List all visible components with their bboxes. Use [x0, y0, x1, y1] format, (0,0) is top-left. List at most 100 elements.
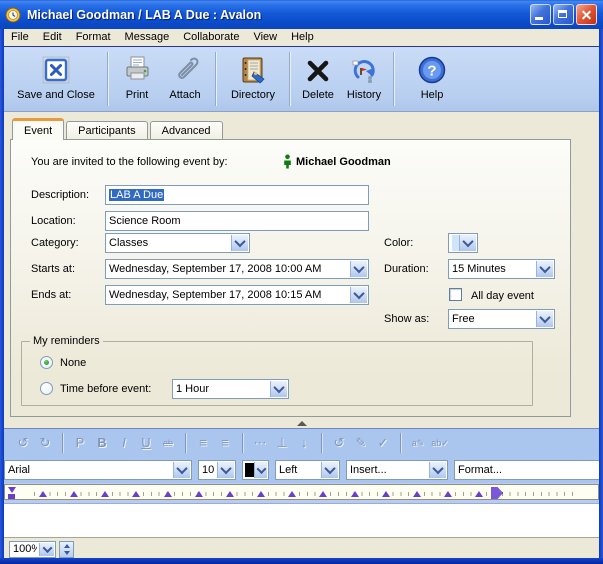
- spellcheck-icon: ab✓: [429, 433, 451, 453]
- spin-up-icon[interactable]: [60, 542, 73, 549]
- tab-body-area: Event Participants Advanced You are invi…: [4, 112, 599, 417]
- left-indent-marker[interactable]: [8, 487, 15, 499]
- close-button[interactable]: [576, 4, 597, 25]
- format-separator: [400, 433, 401, 453]
- dropdown-arrow-icon: [536, 261, 553, 277]
- tab-stop-marker[interactable]: [195, 491, 203, 497]
- format-icon-bar: ↺↻PBIUab≡≡⋯⊥↓↺✎✓a✎ab✓: [4, 428, 599, 457]
- alignment-dropdown[interactable]: Left: [275, 460, 340, 480]
- show-as-label: Show as:: [384, 309, 429, 329]
- menu-format[interactable]: Format: [69, 29, 118, 46]
- starts-at-label: Starts at:: [31, 259, 75, 279]
- location-label: Location:: [31, 211, 76, 231]
- outdent-list-icon: ≡: [192, 433, 214, 453]
- tab-stop-marker[interactable]: [288, 491, 296, 497]
- dropdown-arrow-icon: [536, 311, 553, 327]
- pane-splitter[interactable]: [4, 417, 599, 428]
- tab-stop-marker[interactable]: [319, 491, 327, 497]
- font-size-dropdown[interactable]: 10: [198, 460, 236, 480]
- tab-advanced[interactable]: Advanced: [150, 121, 223, 140]
- reminder-time-dropdown[interactable]: 1 Hour: [172, 379, 289, 399]
- minimize-icon: [535, 17, 543, 20]
- indent-list-icon: ≡: [214, 433, 236, 453]
- dropdown-arrow-icon: [39, 543, 54, 556]
- format-dropdown[interactable]: Format...: [454, 460, 599, 480]
- duration-dropdown[interactable]: 15 Minutes: [448, 259, 555, 279]
- menu-edit[interactable]: Edit: [36, 29, 69, 46]
- ruler-tabstops: [5, 485, 598, 499]
- plain-text-icon: P: [69, 433, 91, 453]
- zoom-spinner[interactable]: [59, 541, 74, 558]
- save-and-close-button[interactable]: Save and Close: [10, 52, 102, 104]
- font-family-dropdown[interactable]: Arial: [4, 460, 192, 480]
- splitter-handle-icon[interactable]: [297, 421, 307, 426]
- ruler: [4, 483, 599, 503]
- message-body-area[interactable]: [4, 503, 599, 537]
- menu-file[interactable]: File: [4, 29, 36, 46]
- insert-dropdown[interactable]: Insert...: [346, 460, 448, 480]
- description-input[interactable]: LAB A Due: [105, 185, 369, 205]
- inviter-name: Michael Goodman: [296, 152, 391, 172]
- ends-at-label: Ends at:: [31, 285, 71, 305]
- show-as-dropdown[interactable]: Free: [448, 309, 555, 329]
- print-icon: [122, 52, 152, 88]
- dropdown-arrow-icon: [270, 381, 287, 397]
- reminder-none-radio[interactable]: [40, 356, 53, 369]
- tab-event[interactable]: Event: [12, 118, 64, 140]
- tab-stop-marker[interactable]: [413, 491, 421, 497]
- directory-icon: [238, 52, 268, 88]
- tab-stop-marker[interactable]: [444, 491, 452, 497]
- color-dropdown[interactable]: [448, 233, 478, 253]
- event-window: Michael Goodman / LAB A Due : Avalon Fil…: [0, 0, 603, 564]
- menu-help[interactable]: Help: [284, 29, 321, 46]
- window-border: [599, 29, 603, 564]
- tab-stop-marker[interactable]: [226, 491, 234, 497]
- maximize-icon: [558, 10, 567, 18]
- underline-icon: U: [135, 433, 157, 453]
- tab-stop-marker[interactable]: [164, 491, 172, 497]
- attach-button[interactable]: Attach: [160, 52, 210, 104]
- spin-down-icon[interactable]: [60, 549, 73, 556]
- font-bar: Arial 10 Left Insert... Format...: [4, 457, 599, 483]
- category-dropdown[interactable]: Classes: [105, 233, 250, 253]
- revert-icon: ↺: [328, 433, 350, 453]
- maximize-button[interactable]: [553, 4, 574, 25]
- tab-stop-icon: ⋯: [249, 433, 271, 453]
- reminder-time-radio[interactable]: [40, 382, 53, 395]
- starts-at-dropdown[interactable]: Wednesday, September 17, 2008 10:00 AM: [105, 259, 369, 279]
- help-button[interactable]: ? Help: [400, 52, 464, 104]
- tab-stop-marker[interactable]: [351, 491, 359, 497]
- redo-icon: ↻: [34, 433, 56, 453]
- italic-icon: I: [113, 433, 135, 453]
- history-button[interactable]: History: [340, 52, 388, 104]
- menu-message[interactable]: Message: [118, 29, 177, 46]
- tab-stop-marker[interactable]: [475, 491, 483, 497]
- ruler-bar[interactable]: [4, 484, 599, 500]
- approve-icon: ✓: [372, 433, 394, 453]
- directory-button[interactable]: Directory: [222, 52, 284, 104]
- minimize-button[interactable]: [530, 4, 551, 25]
- reminder-none-label: None: [60, 353, 86, 373]
- tab-stop-marker[interactable]: [257, 491, 265, 497]
- tab-participants[interactable]: Participants: [66, 121, 147, 140]
- tab-stop-marker[interactable]: [101, 491, 109, 497]
- selected-text: LAB A Due: [109, 189, 164, 201]
- tab-stop-marker[interactable]: [39, 491, 47, 497]
- tab-stop-marker[interactable]: [132, 491, 140, 497]
- location-input[interactable]: Science Room: [105, 211, 369, 231]
- delete-button[interactable]: Delete: [296, 52, 340, 104]
- indent-marker-icon: ⊥: [271, 433, 293, 453]
- reminder-time-label: Time before event:: [60, 379, 151, 399]
- ends-at-dropdown[interactable]: Wednesday, September 17, 2008 10:15 AM: [105, 285, 369, 305]
- title-bar[interactable]: Michael Goodman / LAB A Due : Avalon: [0, 0, 603, 29]
- font-color-dropdown[interactable]: [242, 460, 269, 480]
- all-day-checkbox[interactable]: [449, 288, 462, 301]
- dropdown-arrow-icon: [321, 462, 338, 478]
- menu-collaborate[interactable]: Collaborate: [176, 29, 246, 46]
- print-button[interactable]: Print: [114, 52, 160, 104]
- zoom-dropdown[interactable]: 100%: [9, 541, 56, 558]
- menu-view[interactable]: View: [246, 29, 284, 46]
- tab-stop-marker[interactable]: [70, 491, 78, 497]
- tab-stop-marker[interactable]: [382, 491, 390, 497]
- history-icon: [349, 52, 379, 88]
